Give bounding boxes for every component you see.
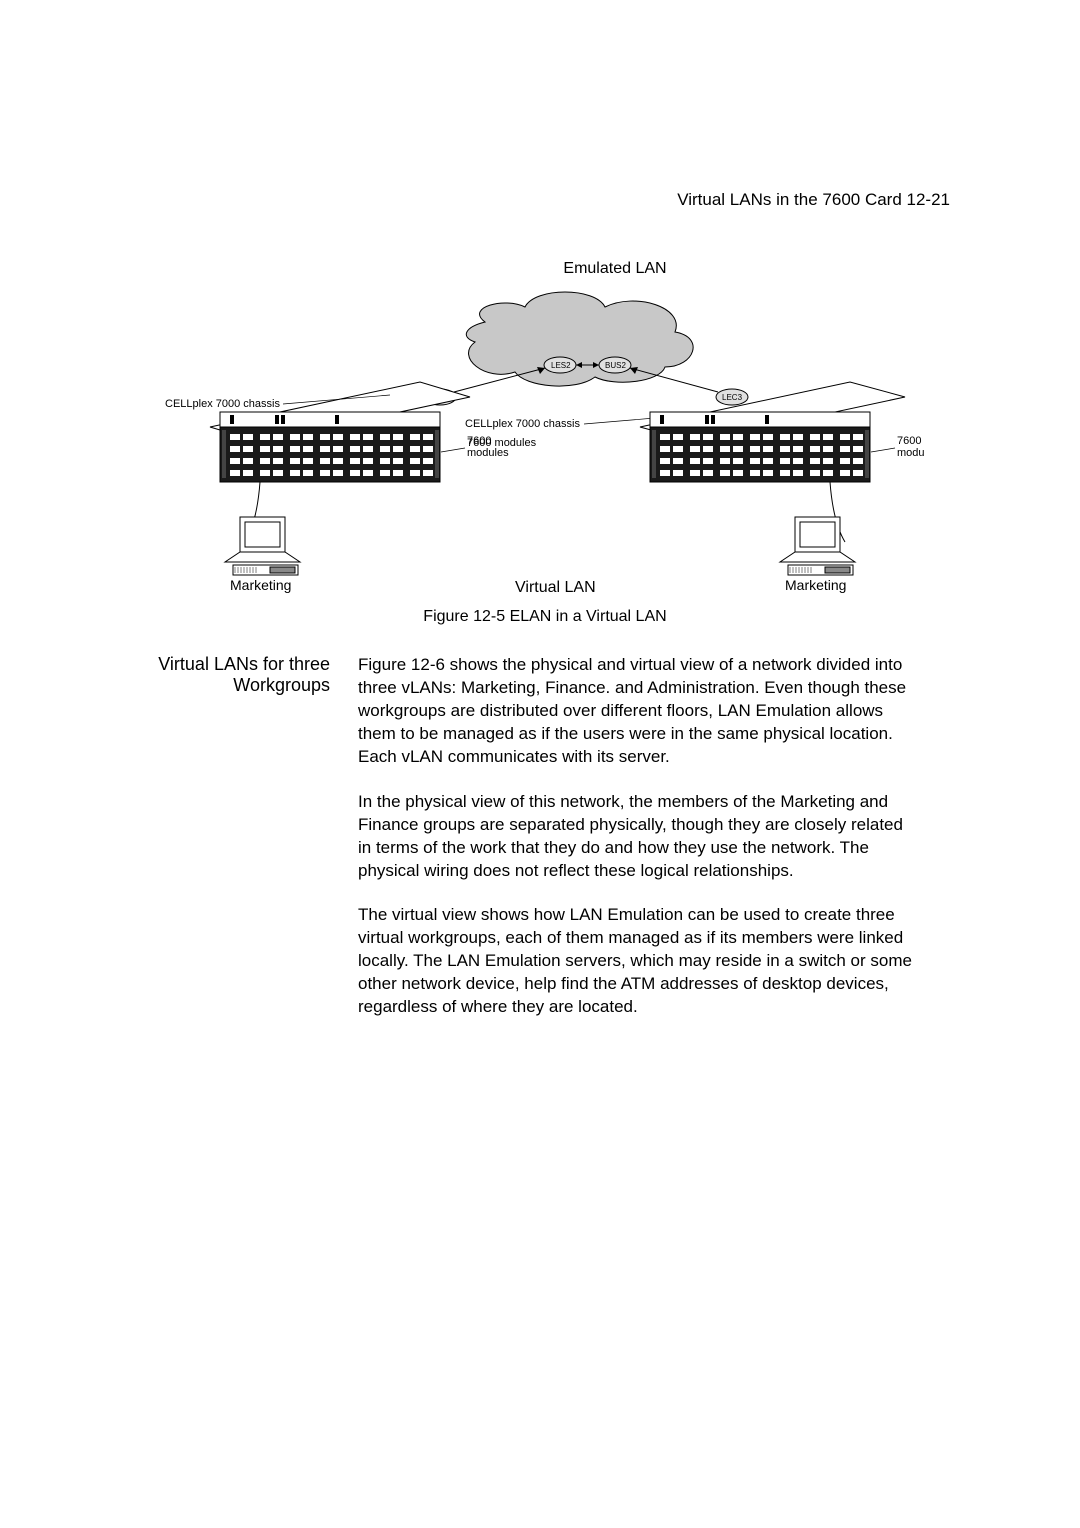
page-header: Virtual LANs in the 7600 Card 12-21 xyxy=(130,190,960,210)
right-chassis-icon xyxy=(650,412,870,482)
cloud-icon xyxy=(466,292,693,386)
para-2: In the physical view of this network, th… xyxy=(358,791,918,883)
svg-text:7600modules: 7600modules xyxy=(897,435,925,459)
diagram-svg: LES2 BUS2 LEC2 LEC3 CELLplex 7000 chas xyxy=(165,282,925,602)
section-heading: Virtual LANs for three Workgroups xyxy=(130,654,330,696)
workstation-left-icon xyxy=(225,482,300,575)
lec3-label: LEC3 xyxy=(722,393,743,402)
virtual-lan-label: Virtual LAN xyxy=(515,579,596,596)
workstation-right-icon xyxy=(780,482,855,575)
figure-caption: Figure 12-5 ELAN in a Virtual LAN xyxy=(165,608,925,626)
les2-label: LES2 xyxy=(551,361,571,370)
chassis-label-left: CELLplex 7000 chassis xyxy=(165,398,280,410)
figure-12-5: Emulated LAN LES2 BUS2 LEC2 LEC3 xyxy=(165,260,925,626)
para-1: Figure 12-6 shows the physical and virtu… xyxy=(358,654,918,769)
marketing-right-label: Marketing xyxy=(785,577,846,593)
left-chassis-icon xyxy=(220,412,440,482)
section-body: Figure 12-6 shows the physical and virtu… xyxy=(358,654,918,1041)
para-3: The virtual view shows how LAN Emulation… xyxy=(358,904,918,1019)
elan-title: Emulated LAN xyxy=(165,260,925,278)
bus2-label: BUS2 xyxy=(605,361,626,370)
marketing-left-label: Marketing xyxy=(230,577,291,593)
chassis-label-right: CELLplex 7000 chassis xyxy=(465,418,580,430)
